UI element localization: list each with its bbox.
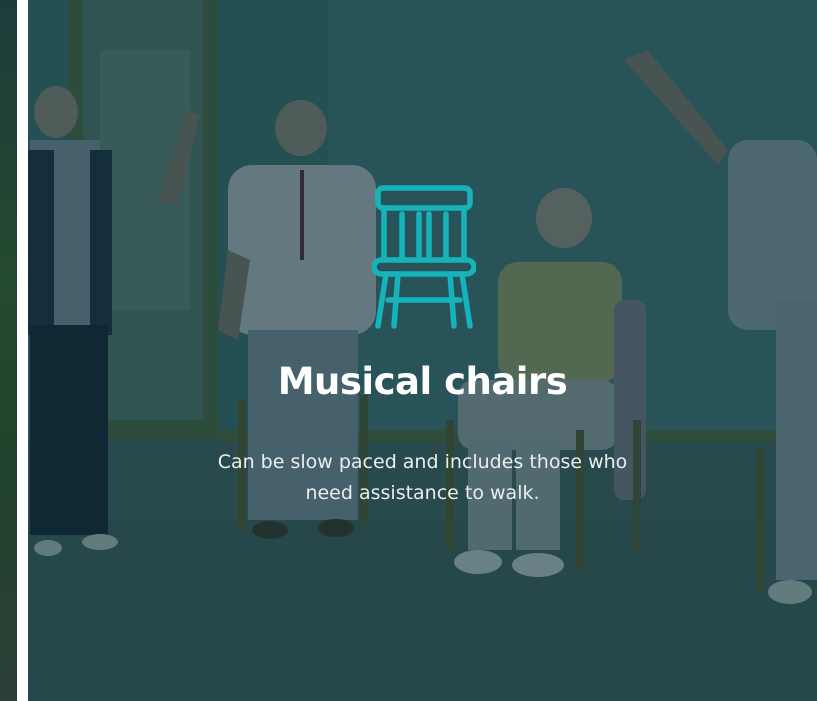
activity-card[interactable]: Musical chairs Can be slow paced and inc… xyxy=(28,0,817,701)
card-content: Musical chairs Can be slow paced and inc… xyxy=(28,0,817,701)
page: Musical chairs Can be slow paced and inc… xyxy=(0,0,817,701)
card-title: Musical chairs xyxy=(277,360,568,403)
card-divider xyxy=(17,0,28,701)
adjacent-card-edge xyxy=(0,0,17,701)
chair-icon xyxy=(372,185,476,329)
card-description: Can be slow paced and includes those who… xyxy=(217,451,628,504)
